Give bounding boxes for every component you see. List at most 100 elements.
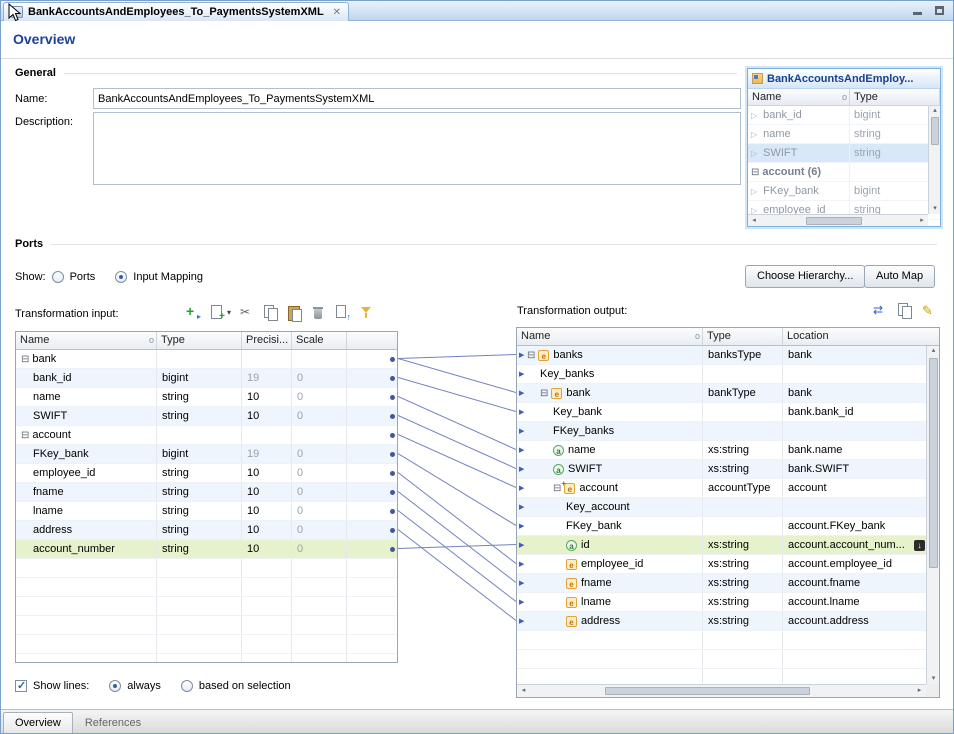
always-radio[interactable] <box>109 680 121 692</box>
description-field[interactable] <box>93 112 741 185</box>
column-header-name[interactable]: Name <box>16 332 157 349</box>
map-ports-icon[interactable] <box>872 302 889 319</box>
editor-tab[interactable]: BankAccountsAndEmployees_To_PaymentsSyst… <box>3 2 349 21</box>
hierarchy-row[interactable]: ⊟account (6) <box>748 163 940 182</box>
connection-point[interactable] <box>390 433 395 438</box>
output-port-row[interactable]: ▶Key_bankbank.bank_id <box>517 403 939 422</box>
connection-point[interactable] <box>390 395 395 400</box>
column-header-type[interactable]: Type <box>850 89 940 105</box>
input-port-row[interactable]: ⊟account <box>16 426 397 445</box>
column-header-type[interactable]: Type <box>703 328 783 345</box>
connection-arrow-icon[interactable]: ▶ <box>519 523 524 531</box>
collapse-icon[interactable]: ⊟ <box>21 354 29 365</box>
tab-references[interactable]: References <box>73 712 153 733</box>
expand-icon[interactable]: ▷ <box>751 111 757 120</box>
connection-arrow-icon[interactable]: ▶ <box>519 580 524 588</box>
connection-arrow-icon[interactable]: ▶ <box>519 485 524 493</box>
ports-radio-label[interactable]: Ports <box>70 271 96 283</box>
output-port-row[interactable]: ▶elnamexs:stringaccount.lname <box>517 593 939 612</box>
show-lines-checkbox[interactable] <box>15 680 27 692</box>
expand-icon[interactable]: ▷ <box>751 187 757 196</box>
expand-icon[interactable]: ▷ <box>751 149 757 158</box>
location-detail-icon[interactable]: ↓ <box>914 540 925 551</box>
horizontal-scrollbar[interactable]: ◂ ▸ <box>517 684 926 697</box>
input-port-row[interactable]: employee_idstring100 <box>16 464 397 483</box>
name-field[interactable] <box>93 88 741 109</box>
connection-arrow-icon[interactable]: ▶ <box>519 618 524 626</box>
column-header-precision[interactable]: Precisi... <box>242 332 292 349</box>
connection-arrow-icon[interactable]: ▶ <box>519 599 524 607</box>
cut-icon[interactable] <box>238 304 255 321</box>
column-header-name[interactable]: Name <box>748 89 850 105</box>
input-port-row[interactable]: namestring100 <box>16 388 397 407</box>
auto-map-button[interactable]: Auto Map <box>864 265 935 288</box>
hierarchy-row[interactable]: ▷namestring <box>748 125 940 144</box>
filter-icon[interactable] <box>358 304 375 321</box>
connection-arrow-icon[interactable]: ▶ <box>519 466 524 474</box>
connection-point[interactable] <box>390 547 395 552</box>
horizontal-scrollbar[interactable]: ◂ ▸ <box>748 214 928 226</box>
column-header-type[interactable]: Type <box>157 332 242 349</box>
output-port-row[interactable]: ▶anamexs:stringbank.name <box>517 441 939 460</box>
output-port-row[interactable]: ▶FKey_banks <box>517 422 939 441</box>
output-port-row[interactable]: ▶eaddressxs:stringaccount.address <box>517 612 939 631</box>
choose-hierarchy-button[interactable]: Choose Hierarchy... <box>745 265 865 288</box>
tab-overview[interactable]: Overview <box>3 712 73 733</box>
connection-point[interactable] <box>390 414 395 419</box>
new-port-icon[interactable] <box>208 304 225 321</box>
scroll-up-icon[interactable]: ▴ <box>927 346 940 356</box>
vertical-scrollbar[interactable]: ▴ ▾ <box>928 106 940 214</box>
connection-point[interactable] <box>390 452 395 457</box>
scroll-right-icon[interactable]: ▸ <box>916 216 928 226</box>
scroll-left-icon[interactable]: ◂ <box>748 216 760 226</box>
collapse-icon[interactable]: ⊟ <box>553 483 561 494</box>
edit-icon[interactable] <box>920 302 937 319</box>
connection-arrow-icon[interactable]: ▶ <box>519 371 524 379</box>
column-header-scale[interactable]: Scale <box>292 332 347 349</box>
scrollbar-thumb[interactable] <box>605 687 810 695</box>
output-port-row[interactable]: ▶Key_banks <box>517 365 939 384</box>
scroll-up-icon[interactable]: ▴ <box>929 106 941 116</box>
connection-point[interactable] <box>390 376 395 381</box>
output-port-row[interactable]: ▶efnamexs:stringaccount.fname <box>517 574 939 593</box>
collapse-icon[interactable]: ⊟ <box>751 167 759 178</box>
based-on-selection-radio[interactable] <box>181 680 193 692</box>
hierarchy-row[interactable]: ▷FKey_bankbigint <box>748 182 940 201</box>
close-tab-icon[interactable]: ✕ <box>333 7 341 18</box>
ports-radio[interactable] <box>52 271 64 283</box>
connection-point[interactable] <box>390 490 395 495</box>
column-header-location[interactable]: Location <box>783 328 939 345</box>
scroll-left-icon[interactable]: ◂ <box>517 686 530 696</box>
new-port-dropdown-icon[interactable]: ▾ <box>227 308 231 317</box>
input-mapping-radio-label[interactable]: Input Mapping <box>133 271 203 283</box>
export-icon[interactable] <box>334 304 351 321</box>
connection-arrow-icon[interactable]: ▶ <box>519 428 524 436</box>
connection-point[interactable] <box>390 509 395 514</box>
expand-icon[interactable]: ▷ <box>751 130 757 139</box>
connection-arrow-icon[interactable]: ▶ <box>519 352 524 360</box>
collapse-icon[interactable]: ⊟ <box>527 350 535 361</box>
scroll-down-icon[interactable]: ▾ <box>929 204 941 214</box>
collapse-icon[interactable]: ⊟ <box>540 388 548 399</box>
connection-arrow-icon[interactable]: ▶ <box>519 390 524 398</box>
scroll-down-icon[interactable]: ▾ <box>927 674 940 684</box>
connection-arrow-icon[interactable]: ▶ <box>519 409 524 417</box>
connection-point[interactable] <box>390 528 395 533</box>
copy-icon[interactable] <box>896 302 913 319</box>
input-port-row[interactable]: FKey_bankbigint190 <box>16 445 397 464</box>
minimize-icon[interactable] <box>912 5 923 16</box>
input-port-row[interactable]: addressstring100 <box>16 521 397 540</box>
connection-arrow-icon[interactable]: ▶ <box>519 504 524 512</box>
scrollbar-thumb[interactable] <box>929 358 938 568</box>
paste-icon[interactable] <box>286 304 303 321</box>
maximize-icon[interactable] <box>934 5 945 16</box>
connection-arrow-icon[interactable]: ▶ <box>519 542 524 550</box>
collapse-icon[interactable]: ⊟ <box>21 430 29 441</box>
output-port-row[interactable]: ▶eemployee_idxs:stringaccount.employee_i… <box>517 555 939 574</box>
output-port-row[interactable]: ▶aidxs:stringaccount.account_num...↓ <box>517 536 939 555</box>
connection-point[interactable] <box>390 471 395 476</box>
input-port-row[interactable]: fnamestring100 <box>16 483 397 502</box>
input-port-row[interactable]: SWIFTstring100 <box>16 407 397 426</box>
connection-arrow-icon[interactable]: ▶ <box>519 447 524 455</box>
vertical-scrollbar[interactable]: ▴ ▾ <box>926 346 939 684</box>
